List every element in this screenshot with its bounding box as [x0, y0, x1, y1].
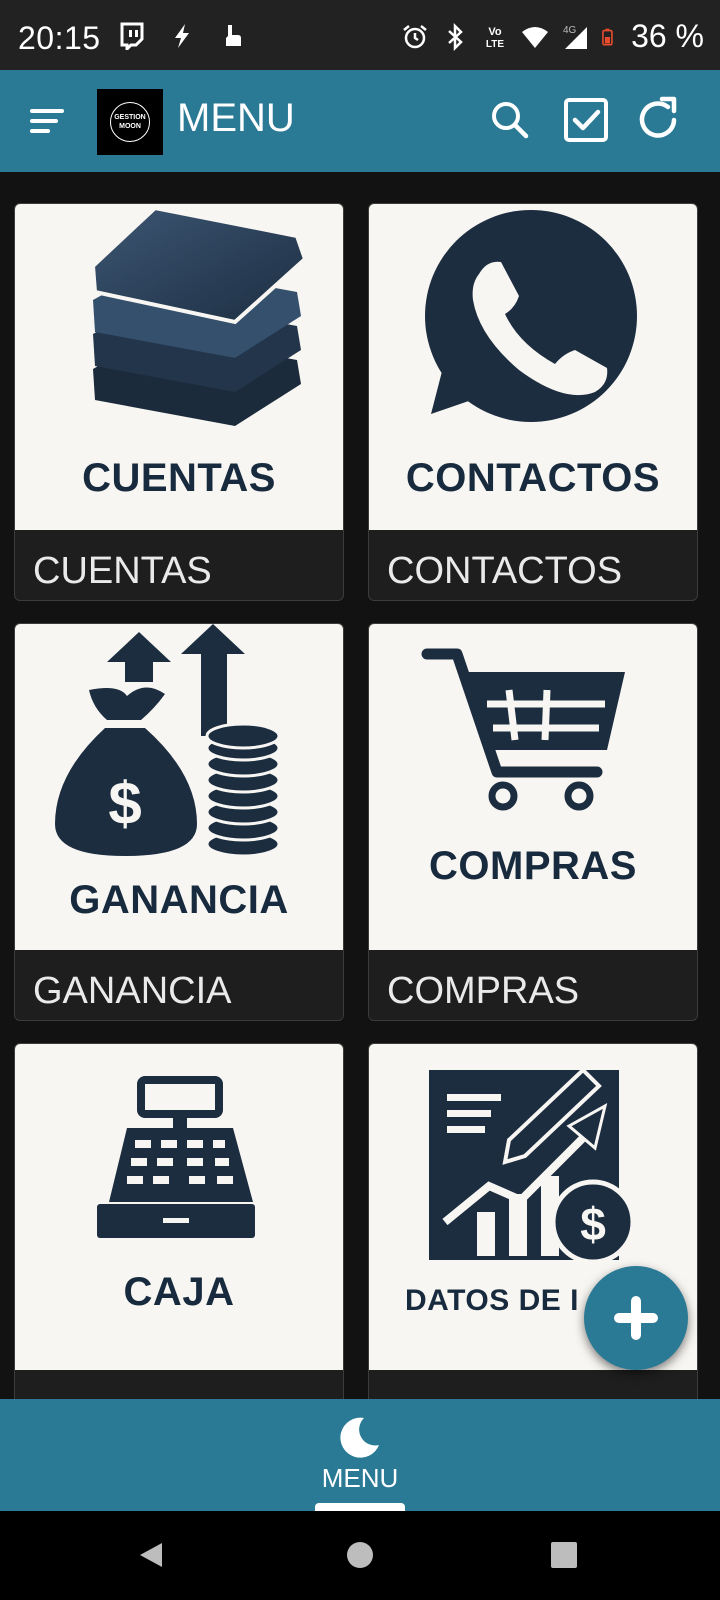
battery-icon	[602, 28, 613, 46]
card-compras[interactable]: COMPRAS COMPRAS	[368, 623, 698, 1021]
app-logo: GESTION MOON	[97, 89, 163, 155]
hand-icon	[226, 25, 241, 46]
svg-text:Vo: Vo	[488, 26, 502, 38]
search-icon[interactable]	[484, 94, 536, 146]
signal-4g-icon: 4G	[563, 25, 588, 49]
card-contactos[interactable]: CONTACTOS CONTACTOS	[368, 203, 698, 601]
status-system-icons: Vo LTE 4G 36 %	[401, 18, 704, 55]
wifi-icon	[522, 26, 549, 48]
card-cuentas[interactable]: CUENTAS CUENTAS	[14, 203, 344, 601]
card-image-title: COMPRAS	[429, 844, 637, 888]
refresh-icon[interactable]	[632, 94, 684, 146]
bluetooth-icon	[448, 22, 463, 51]
svg-text:$: $	[580, 1198, 606, 1250]
system-navigation-bar	[0, 1511, 720, 1600]
svg-text:LTE: LTE	[486, 39, 504, 50]
card-label: COMPRAS	[387, 970, 580, 1012]
page-title: MENU	[177, 96, 295, 140]
card-caja[interactable]: CAJA	[14, 1043, 344, 1441]
card-label: CONTACTOS	[387, 550, 623, 592]
check-square-icon[interactable]	[560, 94, 612, 146]
twitch-icon	[120, 22, 144, 50]
card-image: CUENTAS	[15, 204, 343, 530]
card-ganancia[interactable]: $ GANANCIA GANANCIA	[14, 623, 344, 1021]
card-image-title: CUENTAS	[82, 456, 276, 500]
card-datos[interactable]: $ DATOS DE I	[368, 1043, 698, 1441]
app-bar: GESTION MOON MENU	[0, 70, 720, 172]
status-time: 20:15	[18, 20, 101, 56]
status-bar: 20:15 Vo LTE 4G 36 %	[0, 0, 720, 70]
card-image-title: CONTACTOS	[405, 456, 661, 500]
plus-icon	[614, 1296, 658, 1340]
card-image: COMPRAS	[369, 624, 697, 950]
bolt-icon	[175, 24, 189, 48]
card-image: $ GANANCIA	[15, 624, 343, 950]
battery-percent: 36 %	[631, 18, 704, 54]
logo-text-bottom: MOON	[119, 123, 141, 130]
card-image: CAJA	[15, 1044, 343, 1370]
back-icon[interactable]	[136, 1539, 168, 1571]
cash-register-icon	[97, 1076, 255, 1238]
moon-icon	[340, 1417, 379, 1458]
menu-icon[interactable]	[26, 100, 68, 142]
card-image-title: CAJA	[123, 1270, 235, 1314]
svg-text:4G: 4G	[563, 25, 577, 36]
card-image: CONTACTOS	[369, 204, 697, 530]
nav-label: MENU	[321, 1463, 399, 1493]
home-icon[interactable]	[344, 1539, 376, 1571]
nav-item-menu[interactable]: MENU	[300, 1399, 420, 1511]
status-notification-icons	[118, 22, 246, 50]
volte-icon: Vo LTE	[486, 26, 504, 50]
card-label: CUENTAS	[33, 550, 212, 592]
add-button[interactable]	[584, 1266, 688, 1370]
bottom-navigation: MENU	[0, 1399, 720, 1511]
logo-text-top: GESTION	[114, 114, 146, 121]
card-image-title: GANANCIA	[69, 878, 289, 922]
recents-icon[interactable]	[548, 1539, 580, 1571]
nav-active-indicator	[315, 1503, 405, 1511]
logo-circle: GESTION MOON	[110, 102, 150, 142]
alarm-icon	[403, 24, 427, 48]
svg-text:$: $	[108, 770, 141, 837]
card-label: GANANCIA	[33, 970, 232, 1012]
shopping-cart-icon	[421, 648, 625, 811]
